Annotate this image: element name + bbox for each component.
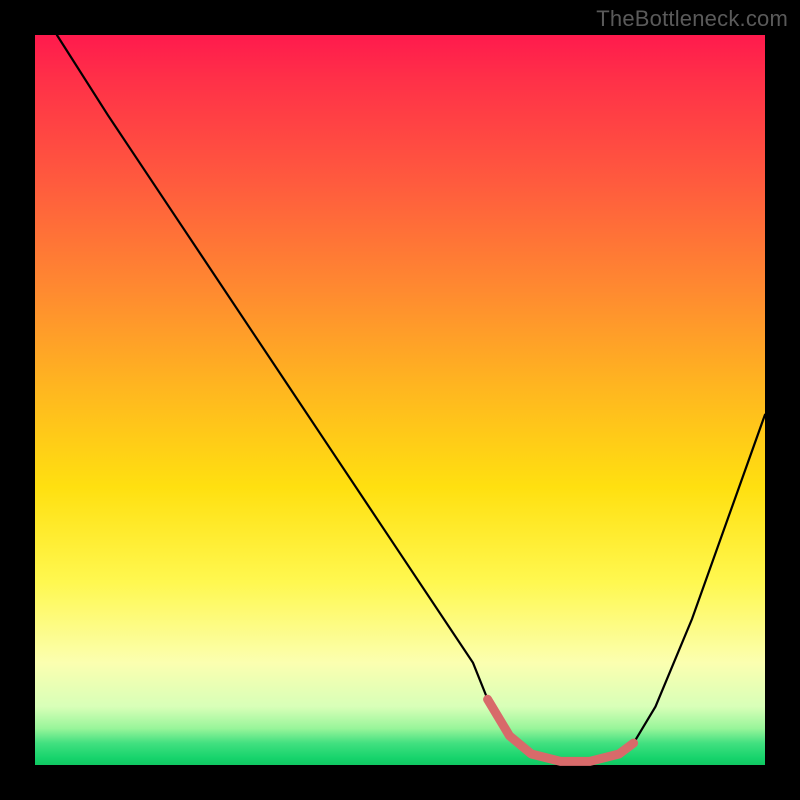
highlight-segment [488,699,634,761]
bottleneck-curve [57,35,765,761]
chart-frame: TheBottleneck.com [0,0,800,800]
watermark-text: TheBottleneck.com [596,6,788,32]
plot-area [35,35,765,765]
curve-svg [35,35,765,765]
